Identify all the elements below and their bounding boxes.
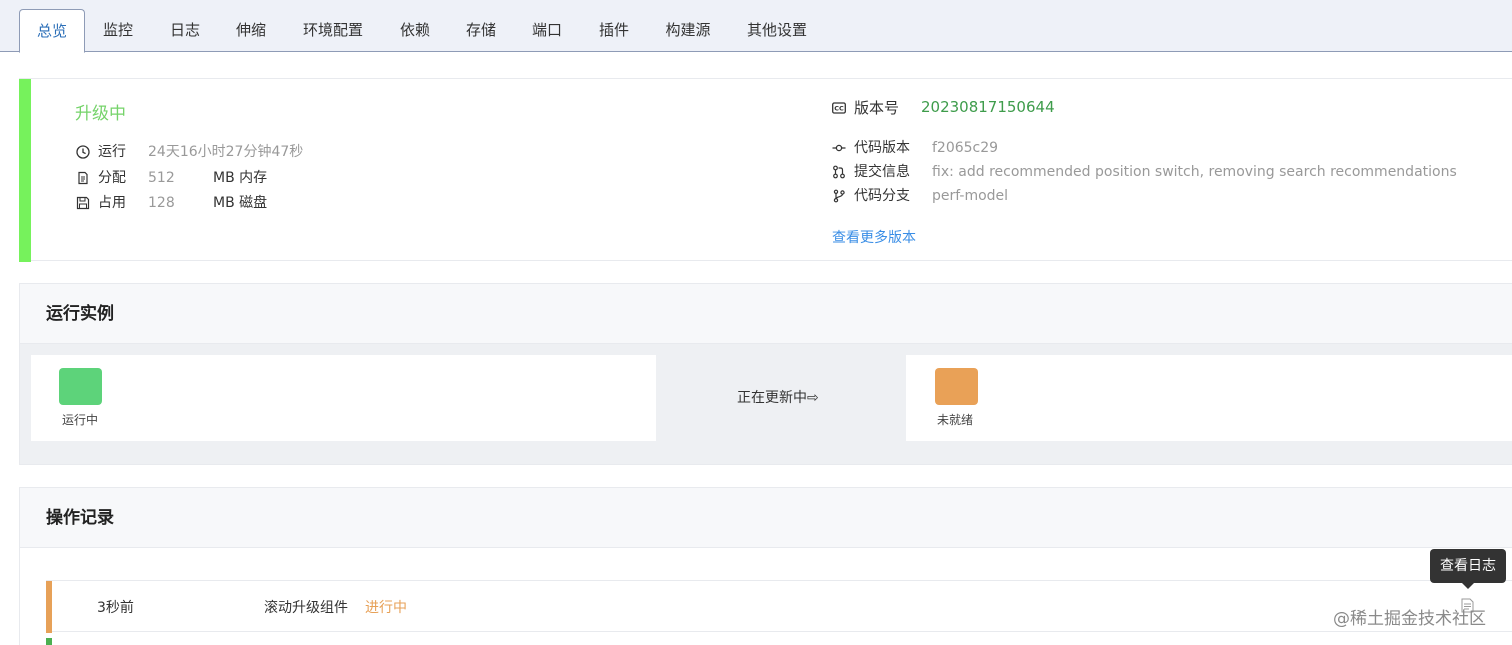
save-icon [76, 196, 90, 210]
status-card: 升级中 运行 24天16小时27分钟47秒 分配 512 MB 内存 占用 12… [19, 78, 1512, 262]
used-value: 128 [148, 195, 175, 211]
instance-not-ready-indicator[interactable] [935, 368, 978, 405]
record-action: 滚动升级组件 [264, 600, 348, 616]
used-row: 占用 128 MB 磁盘 [76, 193, 376, 213]
allocated-value: 512 [148, 170, 175, 186]
tab-plugins[interactable]: 插件 [588, 9, 640, 52]
instance-running-box[interactable]: 运行中 [31, 355, 656, 441]
record-status-bar [46, 581, 52, 633]
tab-scaling[interactable]: 伸缩 [225, 9, 277, 52]
clock-icon [76, 145, 90, 159]
records-title: 操作记录 [20, 488, 1512, 548]
branch-value: perf-model [932, 188, 1009, 204]
tooltip-arrow [1462, 583, 1474, 589]
instance-running-label: 运行中 [62, 413, 99, 427]
cc-icon: CC [832, 102, 846, 114]
code-version-label: 代码版本 [854, 140, 910, 156]
tab-ports[interactable]: 端口 [521, 9, 573, 52]
allocated-row: 分配 512 MB 内存 [76, 168, 376, 188]
commit-message-value: fix: add recommended position switch, re… [932, 164, 1457, 180]
record-status: 进行中 [365, 600, 407, 616]
version-value: 20230817150644 [921, 98, 1055, 116]
view-log-tooltip: 查看日志 [1430, 549, 1506, 583]
allocated-label: 分配 [98, 170, 126, 186]
records-section: 操作记录 3秒前 滚动升级组件 进行中 [19, 487, 1512, 645]
status-accent-bar [19, 79, 31, 262]
branch-label: 代码分支 [854, 188, 910, 204]
updating-text: 正在更新中⇨ [737, 390, 819, 406]
tab-storage[interactable]: 存储 [455, 9, 507, 52]
branch-row: 代码分支 perf-model [832, 186, 1492, 206]
running-row: 运行 24天16小时27分钟47秒 [76, 142, 376, 162]
instances-area: 运行中 正在更新中⇨ 未就绪 [20, 344, 1512, 464]
allocated-unit: MB 内存 [213, 170, 268, 186]
instance-running-indicator[interactable] [59, 368, 102, 405]
status-title: 升级中 [75, 104, 126, 124]
svg-text:CC: CC [834, 105, 844, 113]
running-label: 运行 [98, 144, 126, 160]
tab-build-source[interactable]: 构建源 [659, 9, 717, 52]
watermark: @稀土掘金技术社区 [1333, 609, 1486, 629]
document-icon [78, 171, 88, 185]
record-status-bar-next [46, 638, 52, 645]
tab-other-settings[interactable]: 其他设置 [740, 9, 814, 52]
tab-overview[interactable]: 总览 [19, 9, 85, 53]
version-label: 版本号 [854, 99, 900, 117]
pull-request-icon [833, 165, 845, 179]
commit-icon [832, 144, 846, 152]
more-versions-link[interactable]: 查看更多版本 [832, 227, 916, 247]
tab-bar: 总览 监控 日志 伸缩 环境配置 依赖 存储 端口 插件 构建源 其他设置 [0, 0, 1512, 53]
instances-title: 运行实例 [20, 284, 1512, 344]
code-version-row: 代码版本 f2065c29 [832, 138, 1492, 158]
running-value: 24天16小时27分钟47秒 [148, 144, 304, 160]
instance-not-ready-box[interactable]: 未就绪 [906, 355, 1512, 441]
commit-message-row: 提交信息 fix: add recommended position switc… [832, 162, 1492, 182]
record-row[interactable]: 3秒前 滚动升级组件 进行中 [46, 580, 1512, 633]
instances-section: 运行实例 运行中 正在更新中⇨ 未就绪 [19, 283, 1512, 465]
tab-monitor[interactable]: 监控 [92, 9, 144, 52]
version-row: CC 版本号 [832, 98, 932, 118]
tab-dependencies[interactable]: 依赖 [389, 9, 441, 52]
code-version-value: f2065c29 [932, 140, 999, 156]
instance-not-ready-label: 未就绪 [937, 413, 974, 427]
tab-logs[interactable]: 日志 [159, 9, 211, 52]
branch-icon [833, 189, 845, 203]
record-time: 3秒前 [97, 600, 134, 616]
used-label: 占用 [98, 195, 126, 211]
commit-message-label: 提交信息 [854, 164, 910, 180]
used-unit: MB 磁盘 [213, 195, 268, 211]
tab-env-config[interactable]: 环境配置 [297, 9, 369, 52]
